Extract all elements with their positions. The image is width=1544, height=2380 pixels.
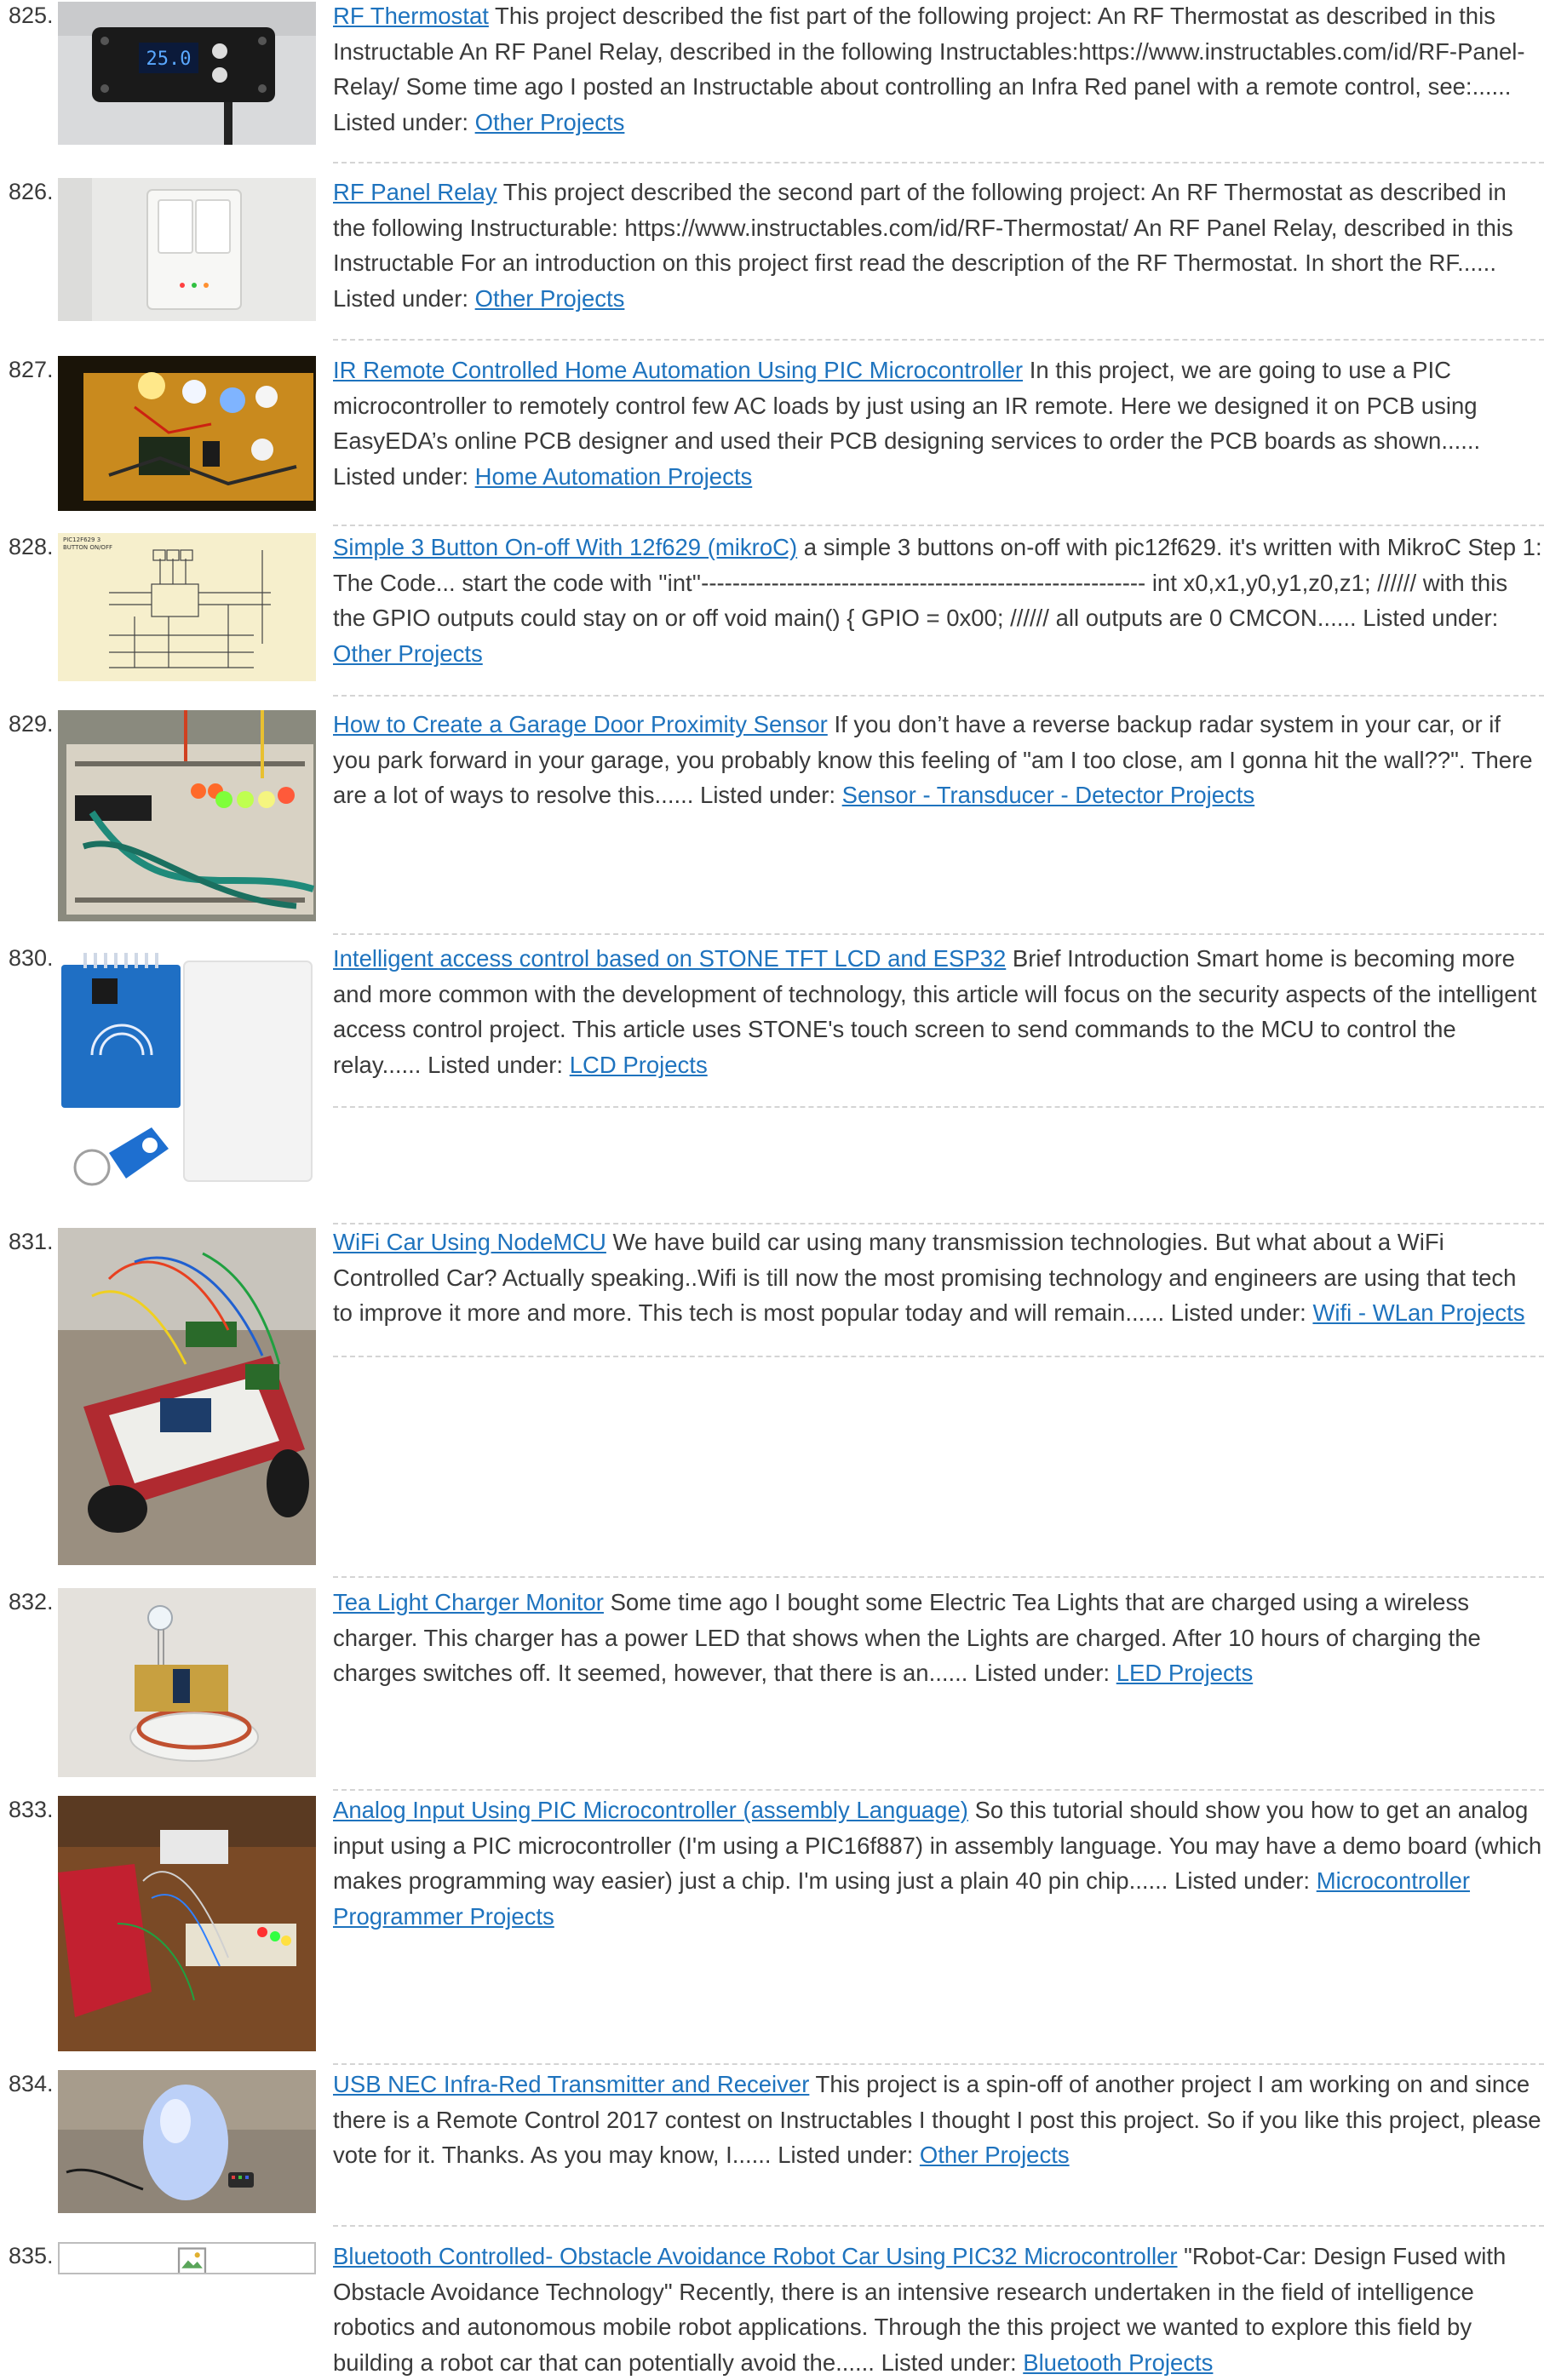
thumbnail-rf-panel-relay[interactable] bbox=[58, 178, 316, 321]
listed-under-label: Listed under: bbox=[1170, 1299, 1306, 1326]
item-number: 830. bbox=[9, 945, 54, 971]
project-title-link[interactable]: Simple 3 Button On-off With 12f629 (mikr… bbox=[333, 534, 797, 560]
thumbnail-ir-home-automation[interactable] bbox=[58, 356, 316, 511]
thumbnail-3-button-on-off[interactable]: PIC12F629 3 BUTTON ON/OFF bbox=[58, 533, 316, 681]
listed-under-label: Listed under: bbox=[974, 1660, 1111, 1686]
item-number: 834. bbox=[9, 2071, 54, 2096]
entry-text: WiFi Car Using NodeMCU We have build car… bbox=[333, 1224, 1542, 1331]
item-number: 825. bbox=[9, 3, 54, 28]
category-link[interactable]: Other Projects bbox=[920, 2142, 1070, 2168]
ir-egg-lamp-photo bbox=[58, 2070, 316, 2213]
thumbnail-stone-access-control[interactable] bbox=[58, 944, 316, 1212]
listed-under-label: Listed under: bbox=[333, 462, 468, 490]
pic-demo-photo bbox=[58, 1796, 316, 2051]
project-title-link[interactable]: RF Panel Relay bbox=[333, 179, 497, 205]
listed-under-label: Listed under: bbox=[881, 2348, 1017, 2376]
project-title-link[interactable]: RF Thermostat bbox=[333, 3, 489, 29]
project-title-link[interactable]: Intelligent access control based on STON… bbox=[333, 945, 1006, 972]
entry-text: IR Remote Controlled Home Automation Usi… bbox=[333, 353, 1542, 494]
entry-text: Analog Input Using PIC Microcontroller (… bbox=[333, 1792, 1542, 1934]
listed-under-label: Listed under: bbox=[333, 108, 468, 135]
entry-divider bbox=[333, 1106, 1544, 1108]
item-number: 833. bbox=[9, 1797, 54, 1822]
entry-text: How to Create a Garage Door Proximity Se… bbox=[333, 707, 1542, 813]
listed-under-label: Listed under: bbox=[778, 2142, 914, 2168]
thumbnail-bluetooth-robot-car[interactable] bbox=[58, 2242, 316, 2274]
entry-text: Intelligent access control based on STON… bbox=[333, 941, 1542, 1082]
wifi-car-photo bbox=[58, 1228, 316, 1565]
item-number: 826. bbox=[9, 179, 54, 204]
item-number: 829. bbox=[9, 711, 54, 737]
entry-divider bbox=[333, 2225, 1544, 2227]
listed-under-label: Listed under: bbox=[1174, 1867, 1311, 1894]
entry-divider bbox=[333, 695, 1544, 697]
schematic-image: PIC12F629 3 BUTTON ON/OFF bbox=[58, 533, 316, 681]
thumbnail-analog-input-pic[interactable] bbox=[58, 1796, 316, 2051]
entry-text: Tea Light Charger Monitor Some time ago … bbox=[333, 1585, 1542, 1691]
entry-divider bbox=[333, 1356, 1544, 1357]
thermostat-display-text: 25.0 bbox=[146, 49, 192, 70]
entry-divider bbox=[333, 162, 1544, 163]
schematic-caption: PIC12F629 3 BUTTON ON/OFF bbox=[63, 536, 112, 551]
tea-light-photo bbox=[58, 1588, 316, 1777]
thumbnail-usb-nec-ir[interactable] bbox=[58, 2070, 316, 2213]
category-link[interactable]: Wifi - WLan Projects bbox=[1312, 1299, 1524, 1326]
entry-text: Bluetooth Controlled- Obstacle Avoidance… bbox=[333, 2239, 1542, 2380]
category-link[interactable]: Bluetooth Projects bbox=[1023, 2349, 1213, 2376]
category-link[interactable]: Home Automation Projects bbox=[475, 463, 753, 490]
entry-text: RF Panel Relay This project described th… bbox=[333, 175, 1542, 316]
project-description: This project described the second part o… bbox=[333, 179, 1513, 276]
thumbnail-tea-light-charger[interactable] bbox=[58, 1588, 316, 1777]
project-title-link[interactable]: Bluetooth Controlled- Obstacle Avoidance… bbox=[333, 2243, 1178, 2269]
category-link[interactable]: LED Projects bbox=[1116, 1660, 1253, 1686]
item-number: 828. bbox=[9, 534, 54, 559]
entry-divider bbox=[333, 2063, 1544, 2065]
category-link[interactable]: Sensor - Transducer - Detector Projects bbox=[842, 782, 1255, 808]
thumbnail-wifi-car[interactable] bbox=[58, 1228, 316, 1565]
project-description: This project described the fist part of … bbox=[333, 3, 1525, 100]
project-title-link[interactable]: USB NEC Infra-Red Transmitter and Receiv… bbox=[333, 2071, 809, 2097]
panel-relay-photo bbox=[58, 178, 316, 321]
thumbnail-rf-thermostat[interactable]: 25.0 bbox=[58, 2, 316, 145]
entry-divider bbox=[333, 933, 1544, 935]
item-number: 831. bbox=[9, 1229, 54, 1254]
entry-divider bbox=[333, 525, 1544, 526]
entry-text: Simple 3 Button On-off With 12f629 (mikr… bbox=[333, 530, 1542, 671]
category-link[interactable]: LCD Projects bbox=[570, 1052, 708, 1078]
thumbnail-garage-proximity-sensor[interactable] bbox=[58, 710, 316, 921]
category-link[interactable]: Other Projects bbox=[475, 109, 625, 135]
entry-text: USB NEC Infra-Red Transmitter and Receiv… bbox=[333, 2067, 1542, 2173]
rfid-module-photo bbox=[58, 944, 316, 1212]
project-title-link[interactable]: WiFi Car Using NodeMCU bbox=[333, 1229, 606, 1255]
listed-under-label: Listed under: bbox=[333, 284, 468, 312]
item-number: 832. bbox=[9, 1589, 54, 1614]
category-link[interactable]: Other Projects bbox=[475, 285, 625, 312]
entry-divider bbox=[333, 1576, 1544, 1578]
project-title-link[interactable]: IR Remote Controlled Home Automation Usi… bbox=[333, 357, 1023, 383]
item-number: 835. bbox=[9, 2243, 54, 2268]
project-title-link[interactable]: Tea Light Charger Monitor bbox=[333, 1589, 604, 1615]
entry-divider bbox=[333, 339, 1544, 341]
entry-divider bbox=[333, 1789, 1544, 1791]
item-number: 827. bbox=[9, 357, 54, 382]
breadboard-photo bbox=[58, 710, 316, 921]
entry-text: RF Thermostat This project described the… bbox=[333, 0, 1542, 140]
listed-under-label: Listed under: bbox=[1363, 605, 1499, 631]
project-title-link[interactable]: How to Create a Garage Door Proximity Se… bbox=[333, 711, 828, 737]
category-link[interactable]: Other Projects bbox=[333, 640, 483, 667]
project-title-link[interactable]: Analog Input Using PIC Microcontroller (… bbox=[333, 1797, 968, 1823]
home-automation-photo bbox=[58, 356, 316, 511]
broken-image-icon bbox=[177, 2247, 207, 2273]
listed-under-label: Listed under: bbox=[428, 1051, 564, 1078]
thermostat-photo: 25.0 bbox=[58, 2, 316, 145]
listed-under-label: Listed under: bbox=[700, 782, 836, 808]
